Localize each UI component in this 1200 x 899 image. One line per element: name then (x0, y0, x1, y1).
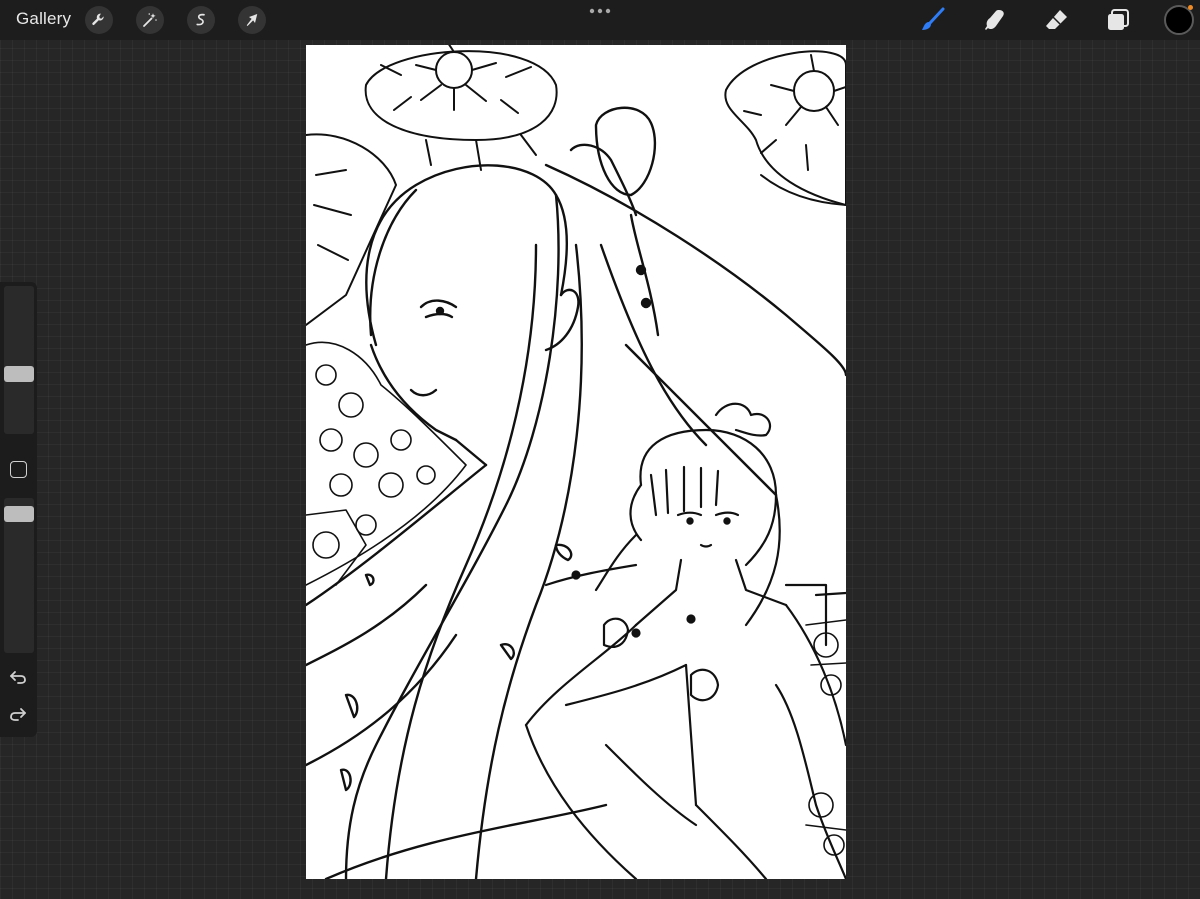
more-dots-icon[interactable] (586, 4, 614, 18)
left-sidebar (0, 282, 37, 737)
arrow-cursor-icon (246, 14, 258, 26)
transform-button[interactable] (238, 6, 266, 34)
magic-wand-icon (143, 13, 157, 27)
adjustments-button[interactable] (136, 6, 164, 34)
line-art-illustration (306, 45, 846, 879)
brush-size-slider[interactable] (4, 286, 34, 434)
layers-button[interactable] (1103, 5, 1133, 35)
eraser-icon (1046, 10, 1067, 29)
smudge-tool-button[interactable] (980, 5, 1010, 35)
redo-icon[interactable] (8, 704, 28, 724)
opacity-handle[interactable] (4, 506, 34, 522)
tall-character (306, 106, 846, 879)
gallery-button[interactable]: Gallery (16, 9, 71, 29)
lotus-fan-left-edge (306, 133, 397, 326)
lotus-fan-right (724, 50, 846, 206)
smudge-finger-icon (985, 10, 1004, 30)
wrench-icon (92, 13, 104, 26)
brush-tool-button[interactable] (918, 5, 948, 35)
undo-icon[interactable] (8, 667, 28, 687)
procreate-app: Gallery (0, 0, 1200, 899)
brush-size-handle[interactable] (4, 366, 34, 382)
small-character (524, 402, 846, 879)
drawing-canvas[interactable] (306, 45, 846, 879)
actions-button[interactable] (85, 6, 113, 34)
layers-icon (1108, 9, 1129, 30)
top-toolbar: Gallery (0, 0, 1200, 40)
selection-s-icon (196, 13, 205, 26)
eraser-tool-button[interactable] (1042, 5, 1072, 35)
flowers-right (805, 619, 846, 856)
color-indicator-dot (1188, 5, 1193, 10)
lotus-fan-left (364, 45, 558, 171)
modify-square-icon[interactable] (10, 461, 27, 478)
brush-icon (922, 7, 945, 30)
selection-button[interactable] (187, 6, 215, 34)
